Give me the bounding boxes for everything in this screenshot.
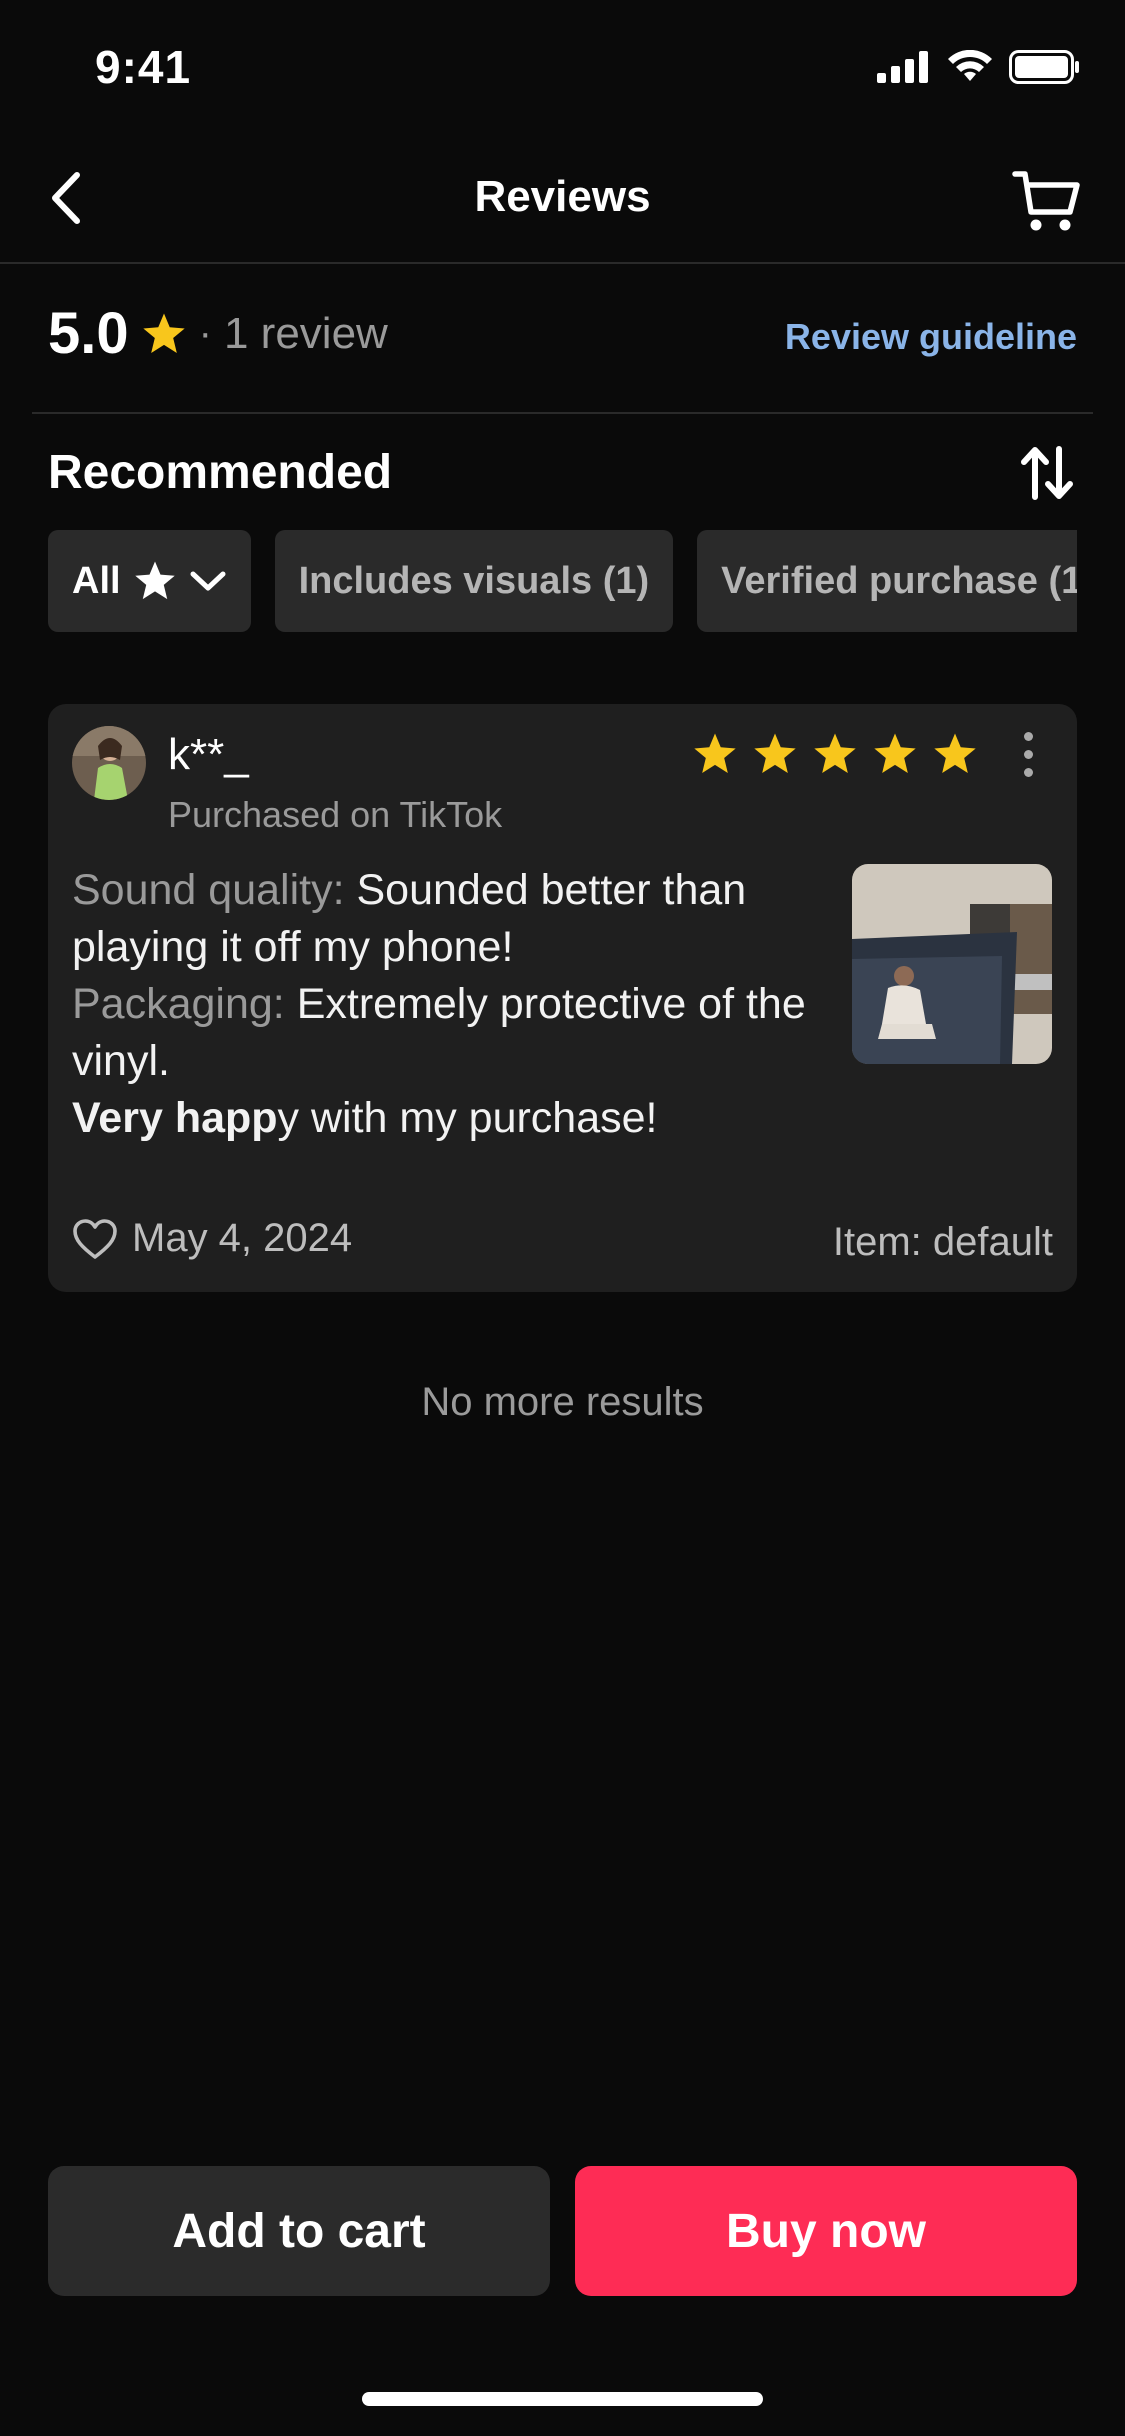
buy-now-button[interactable]: Buy now <box>575 2166 1077 2296</box>
sound-quality-label: Sound quality: <box>72 866 345 914</box>
wifi-icon <box>948 50 992 81</box>
star-icon <box>934 733 976 773</box>
summary-divider <box>32 412 1093 414</box>
star-icon <box>134 561 175 600</box>
star-icon <box>754 733 796 773</box>
home-indicator <box>362 2392 763 2406</box>
heart-icon[interactable] <box>72 1218 118 1260</box>
closing-text: y with my purchase! <box>277 1094 658 1142</box>
closing-bold-text: Very happ <box>72 1094 278 1142</box>
filter-chips: All Includes visuals (1) Verified purcha… <box>48 530 1077 632</box>
sort-arrows-icon <box>1021 446 1073 500</box>
page-title: Reviews <box>474 172 651 221</box>
battery-icon <box>1009 50 1079 84</box>
status-time: 9:41 <box>95 41 192 93</box>
star-icon <box>142 313 185 353</box>
review-count: 1 review <box>223 308 388 358</box>
purchase-source: Purchased on TikTok <box>168 794 503 835</box>
item-variant: Item: default <box>832 1220 1053 1264</box>
more-dot <box>1023 749 1033 759</box>
avatar[interactable] <box>72 726 146 800</box>
like-row: May 4, 2024 <box>72 1216 352 1261</box>
sort-button[interactable] <box>1017 440 1077 506</box>
star-icon <box>874 733 916 773</box>
sort-label: Recommended <box>48 446 393 499</box>
reviewer-name: k**_ <box>168 730 249 779</box>
more-dot <box>1023 767 1033 777</box>
filter-all-ratings[interactable]: All <box>48 530 251 632</box>
add-to-cart-button[interactable]: Add to cart <box>48 2166 550 2296</box>
filter-verified-purchase[interactable]: Verified purchase (1) <box>697 530 1077 632</box>
more-dot <box>1023 731 1033 741</box>
review-card: k**_ Purchased on TikTok Sound quality: … <box>48 704 1077 1292</box>
cart-icon <box>1012 171 1080 231</box>
no-more-results: No more results <box>421 1380 704 1424</box>
star-icon <box>694 733 736 773</box>
more-options-button[interactable] <box>1008 724 1048 784</box>
rating-score: 5.0 <box>48 301 129 366</box>
review-date: May 4, 2024 <box>132 1216 353 1260</box>
review-rating <box>692 732 978 776</box>
review-guideline-link[interactable]: Review guideline <box>785 316 1077 358</box>
chevron-down-icon <box>190 571 226 591</box>
packaging-label: Packaging: <box>72 980 285 1028</box>
signal-icon <box>877 51 928 83</box>
filter-includes-visuals[interactable]: Includes visuals (1) <box>274 530 674 632</box>
rating-separator: · <box>198 311 212 355</box>
rating-summary: 5.0 · 1 review <box>48 300 388 367</box>
cart-button[interactable] <box>1009 163 1085 239</box>
review-text: Sound quality: Sounded better than playi… <box>72 862 812 1147</box>
status-icons <box>877 50 1081 84</box>
filter-all-label: All <box>72 559 121 602</box>
star-icon <box>814 733 856 773</box>
review-photo[interactable] <box>852 864 1052 1064</box>
header-divider <box>0 262 1125 264</box>
